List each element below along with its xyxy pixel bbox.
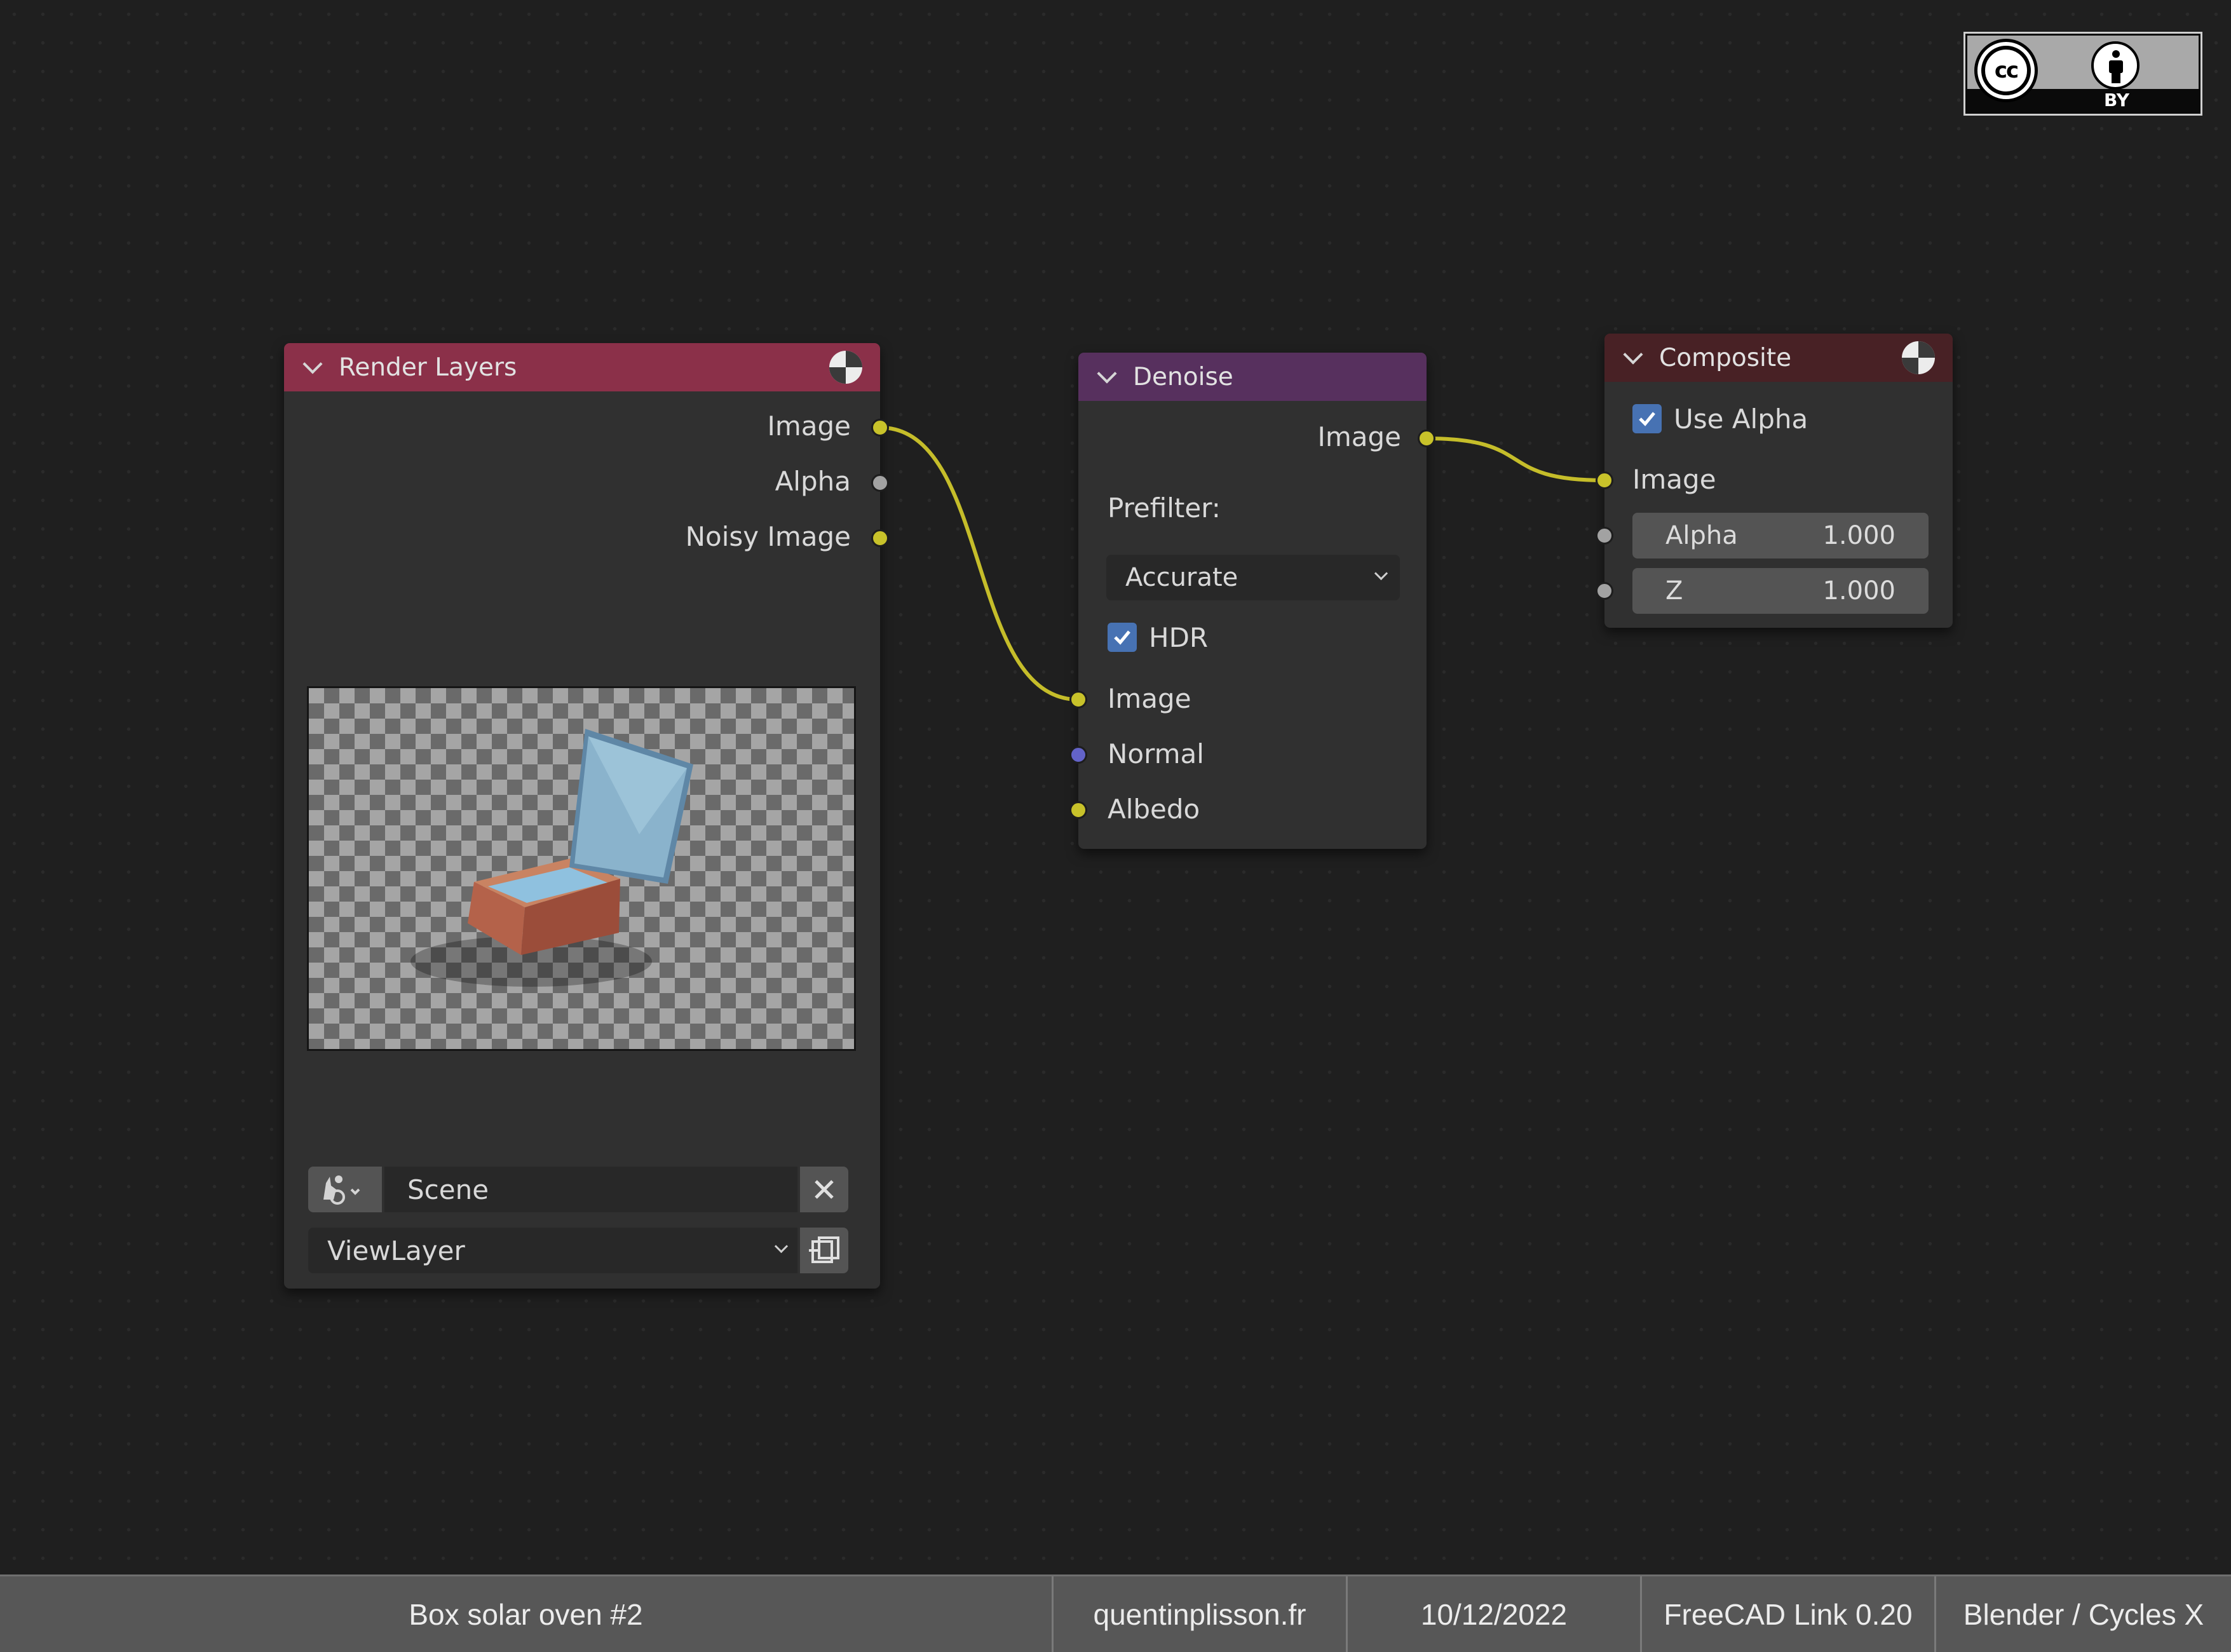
- prefilter-value: Accurate: [1125, 563, 1238, 592]
- footer-website-cell: quentinplisson.fr: [1054, 1576, 1346, 1652]
- denoise-input-image-label: Image: [1108, 683, 1191, 714]
- denoise-title: Denoise: [1133, 362, 1233, 391]
- denoise-output-image-label: Image: [1317, 421, 1401, 452]
- viewlayer-selector[interactable]: ViewLayer: [308, 1228, 797, 1273]
- checkmark-icon: [1639, 412, 1655, 426]
- link-denoise-image-to-composite-image[interactable]: [1426, 437, 1605, 482]
- render-preview: [307, 686, 856, 1051]
- close-icon: [815, 1180, 834, 1199]
- composite-node[interactable]: Composite Use Alpha Image Alpha 1.000 Z …: [1596, 334, 1953, 628]
- render-layers-node[interactable]: Render Layers Image Alpha Noisy Image Sc…: [284, 343, 889, 1289]
- prefilter-dropdown[interactable]: Accurate: [1106, 555, 1400, 600]
- alpha-field[interactable]: Alpha 1.000: [1632, 513, 1929, 559]
- attribution-person-icon: [2091, 41, 2139, 90]
- render-layers-title: Render Layers: [339, 353, 517, 382]
- composite-input-image-socket[interactable]: [1596, 471, 1613, 489]
- checkmark-icon: [1114, 630, 1130, 645]
- composite-header[interactable]: Composite: [1604, 334, 1953, 382]
- use-alpha-checkbox[interactable]: [1632, 404, 1662, 433]
- z-field[interactable]: Z 1.000: [1632, 568, 1929, 614]
- scene-value: Scene: [407, 1174, 489, 1205]
- footer-date-cell: 10/12/2022: [1348, 1576, 1640, 1652]
- composite-title: Composite: [1659, 343, 1792, 372]
- alpha-field-label: Alpha: [1665, 521, 1738, 550]
- denoise-input-albedo-socket[interactable]: [1069, 801, 1087, 819]
- collapse-chevron-icon[interactable]: [1097, 363, 1117, 384]
- output-noisy-image-label: Noisy Image: [685, 521, 851, 552]
- chevron-down-icon: [1374, 566, 1388, 581]
- output-noisy-image-socket[interactable]: [871, 529, 889, 547]
- footer-engine: Blender / Cycles X: [1963, 1597, 2204, 1631]
- alpha-field-value: 1.000: [1822, 521, 1895, 550]
- collapse-chevron-icon[interactable]: [302, 354, 323, 374]
- scene-clear-button[interactable]: [800, 1167, 848, 1212]
- composite-input-alpha-socket[interactable]: [1596, 527, 1613, 545]
- output-alpha-socket[interactable]: [871, 474, 889, 492]
- footer-engine-cell: Blender / Cycles X: [1936, 1576, 2231, 1652]
- scene-icon: [323, 1175, 360, 1205]
- output-alpha-label: Alpha: [775, 466, 851, 497]
- viewlayer-value: ViewLayer: [327, 1235, 465, 1266]
- hdr-checkbox[interactable]: [1108, 623, 1137, 652]
- denoise-output-image-socket[interactable]: [1418, 430, 1435, 447]
- denoise-input-normal-label: Normal: [1108, 738, 1204, 769]
- denoise-input-normal-socket[interactable]: [1069, 746, 1087, 764]
- solar-oven-render-image: [410, 729, 693, 987]
- render-icon[interactable]: [827, 348, 865, 386]
- z-field-value: 1.000: [1822, 576, 1895, 606]
- prefilter-label: Prefilter:: [1108, 492, 1221, 524]
- collapse-chevron-icon[interactable]: [1623, 344, 1643, 365]
- render-icon[interactable]: [1899, 339, 1937, 377]
- scene-type-button[interactable]: [308, 1167, 382, 1212]
- footer-website: quentinplisson.fr: [1093, 1597, 1306, 1631]
- scene-selector[interactable]: Scene: [308, 1167, 857, 1212]
- composite-input-image-label: Image: [1632, 464, 1716, 495]
- footer-tool: FreeCAD Link 0.20: [1664, 1597, 1913, 1631]
- footer-title-cell: Box solar oven #2: [0, 1576, 1052, 1652]
- link-renderlayers-image-to-denoise-image[interactable]: [879, 426, 1079, 701]
- render-passes-icon: [809, 1236, 839, 1263]
- footer-title: Box solar oven #2: [409, 1597, 643, 1631]
- cc-logo-text: cc: [1994, 58, 2019, 83]
- cc-logo-icon: cc: [1974, 39, 2038, 102]
- render-layers-header[interactable]: Render Layers: [284, 343, 880, 391]
- output-image-label: Image: [767, 410, 851, 442]
- denoise-input-image-socket[interactable]: [1069, 691, 1087, 708]
- footer-date: 10/12/2022: [1420, 1597, 1568, 1631]
- scene-field[interactable]: Scene: [384, 1167, 797, 1212]
- denoise-node[interactable]: Denoise Image Prefilter: Accurate HDR Im…: [1069, 353, 1435, 849]
- use-alpha-label: Use Alpha: [1674, 403, 1808, 435]
- composite-input-z-socket[interactable]: [1596, 582, 1613, 600]
- info-footer-bar: Box solar oven #2 quentinplisson.fr 10/1…: [0, 1574, 2231, 1652]
- cc-by-license-badge: cc BY: [1963, 32, 2202, 116]
- hdr-label: HDR: [1149, 622, 1209, 653]
- by-label: BY: [2103, 90, 2130, 111]
- denoise-input-albedo-label: Albedo: [1108, 794, 1200, 825]
- viewlayer-render-button[interactable]: [800, 1228, 848, 1273]
- output-image-socket[interactable]: [871, 419, 889, 437]
- denoise-header[interactable]: Denoise: [1078, 353, 1427, 401]
- footer-tool-cell: FreeCAD Link 0.20: [1642, 1576, 1934, 1652]
- chevron-down-icon: [774, 1239, 789, 1254]
- z-field-label: Z: [1665, 576, 1683, 606]
